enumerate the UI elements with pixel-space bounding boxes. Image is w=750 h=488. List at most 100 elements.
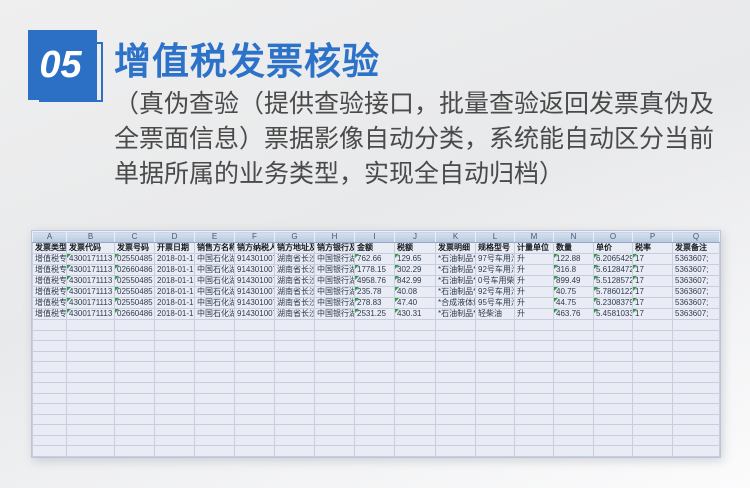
cell-E20 [195,446,235,457]
flag-triangle-icon [355,276,359,280]
cell-K2: *石油制品* [436,254,476,265]
cell-J17 [395,414,436,425]
column-letter-K: K [436,232,476,243]
cell-N10 [554,341,594,352]
cell-Q12 [673,362,720,373]
flag-triangle-icon [554,254,558,258]
cell-Q18 [673,425,720,436]
cell-H8 [315,320,355,331]
cell-E18 [195,425,235,436]
header-cell-B: 发票代码 [67,243,115,254]
cell-I17 [355,414,395,425]
cell-E15 [195,393,235,404]
column-letter-I: I [355,232,395,243]
cell-C7: 02660486 [115,309,155,320]
flag-triangle-icon [355,298,359,302]
cell-H7: 中国银行湖 [315,309,355,320]
cell-M10 [515,341,554,352]
cell-D4: 2018-01-15 [155,276,195,287]
cell-O10 [594,341,633,352]
cell-B8 [67,320,115,331]
cell-L8 [476,320,515,331]
cell-B11 [67,351,115,362]
flag-triangle-icon [355,309,359,313]
flag-triangle-icon [594,254,598,258]
cell-C9 [115,330,155,341]
cell-B9 [67,330,115,341]
cell-F10 [235,341,275,352]
cell-H6: 中国银行湖 [315,298,355,309]
cell-F2: 914301007 [235,254,275,265]
cell-A16 [33,404,67,415]
header-cell-E: 销售方名称 [195,243,235,254]
cell-J13 [395,372,436,383]
cell-P3: 17 [633,265,673,276]
cell-F11 [235,351,275,362]
cell-J8 [395,320,436,331]
column-letter-O: O [594,232,633,243]
cell-O3: 5.61284722 [594,265,633,276]
sheet-empty-row [33,330,720,341]
flag-triangle-icon [633,309,637,313]
description-line: 全票面信息）票据影像自动分类，系统能自动区分当前 [114,122,714,157]
cell-D15 [155,393,195,404]
column-letter-Q: Q [673,232,720,243]
cell-Q4: 5363607; [673,276,720,287]
header-cell-A: 发票类型 [33,243,67,254]
sheet-data-row: 增值税专用4300171113025504852018-01-15中国石化湖91… [33,287,720,298]
cell-L11 [476,351,515,362]
cell-N2: 122.88 [554,254,594,265]
cell-C2: 02550485 [115,254,155,265]
cell-B4: 4300171113 [67,276,115,287]
cell-M18 [515,425,554,436]
cell-D3: 2018-01-15 [155,265,195,276]
cell-I18 [355,425,395,436]
header-cell-I: 金额 [355,243,395,254]
cell-O11 [594,351,633,362]
cell-D17 [155,414,195,425]
cell-G14 [275,383,315,394]
cell-F18 [235,425,275,436]
cell-E10 [195,341,235,352]
cell-C8 [115,320,155,331]
cell-D8 [155,320,195,331]
cell-P8 [633,320,673,331]
column-letter-N: N [554,232,594,243]
cell-H5: 中国银行湖 [315,287,355,298]
sheet-empty-row [33,341,720,352]
cell-A17 [33,414,67,425]
cell-D11 [155,351,195,362]
cell-E9 [195,330,235,341]
cell-N18 [554,425,594,436]
flag-triangle-icon [67,254,71,258]
cell-E19 [195,435,235,446]
cell-I15 [355,393,395,404]
flag-triangle-icon [554,298,558,302]
slide-background: 05 增值税发票核验 （真伪查验（提供查验接口，批量查验返回发票真伪及 全票面信… [0,0,750,488]
cell-Q14 [673,383,720,394]
cell-D5: 2018-01-15 [155,287,195,298]
cell-M12 [515,362,554,373]
cell-E12 [195,362,235,373]
flag-triangle-icon [554,265,558,269]
cell-F16 [235,404,275,415]
flag-triangle-icon [594,287,598,291]
cell-N6: 44.75 [554,298,594,309]
header-cell-J: 税额 [395,243,436,254]
cell-M4: 升 [515,276,554,287]
cell-J11 [395,351,436,362]
cell-F15 [235,393,275,404]
cell-K15 [436,393,476,404]
cell-G13 [275,372,315,383]
cell-N4: 899.49 [554,276,594,287]
cell-K18 [436,425,476,436]
cell-K13 [436,372,476,383]
cell-N17 [554,414,594,425]
sheet-empty-row [33,435,720,446]
flag-triangle-icon [67,298,71,302]
column-letter-C: C [115,232,155,243]
cell-P7: 17 [633,309,673,320]
spreadsheet-screenshot: ABCDEFGHIJKLMNOPQ发票类型发票代码发票号码开票日期销售方名称销方… [31,230,721,458]
header-cell-L: 规格型号 [476,243,515,254]
header-cell-K: 发票明细 [436,243,476,254]
